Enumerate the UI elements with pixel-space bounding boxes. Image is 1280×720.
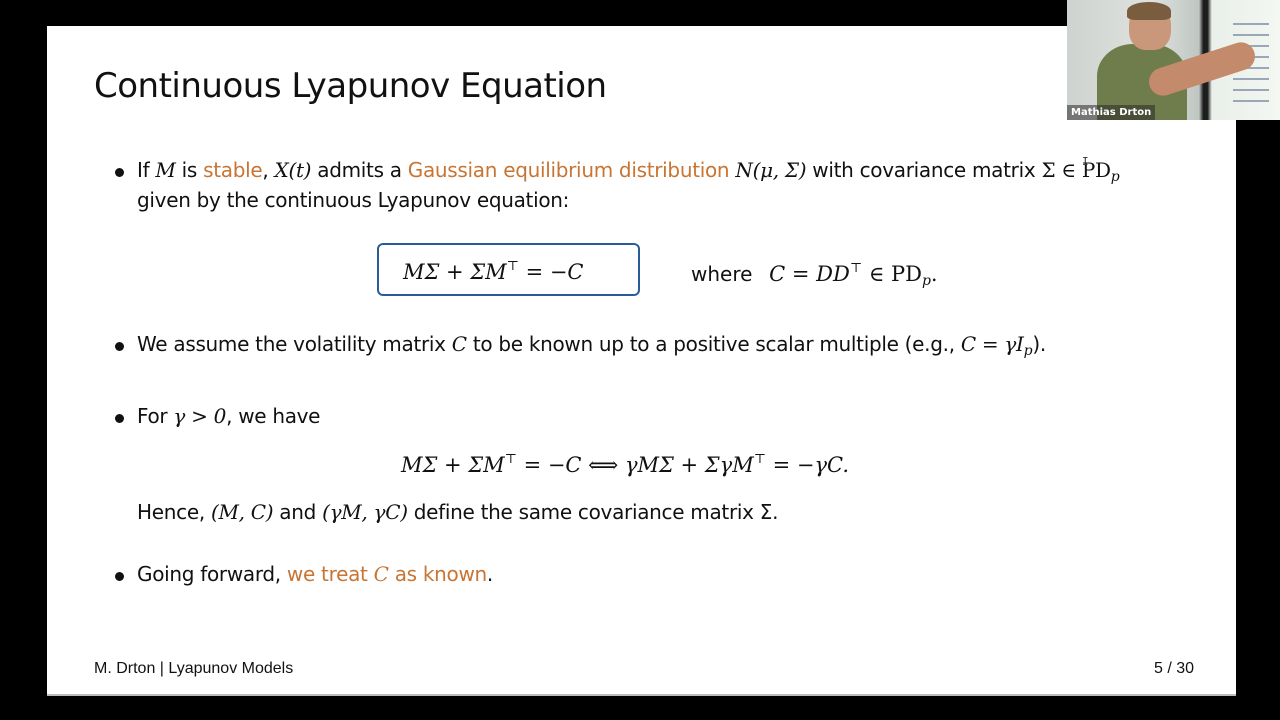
speaker-name-label: Mathias Drton xyxy=(1067,105,1156,120)
text: and xyxy=(273,500,323,524)
slide: Continuous Lyapunov Equation If M is sta… xyxy=(47,26,1236,696)
highlight-text: as known xyxy=(388,562,487,586)
eq-lhs: MΣ + ΣM xyxy=(401,453,505,477)
bullet-1-line-1: If M is stable, X(t) admits a Gaussian e… xyxy=(137,158,1120,185)
footer-author-title: M. Drton | Lyapunov Models xyxy=(94,660,294,677)
math-C-gamma-I: C = γI xyxy=(960,332,1024,356)
text: , we have xyxy=(226,404,321,428)
text: to be known up to a positive scalar mult… xyxy=(466,332,961,356)
bullet-2-line: We assume the volatility matrix C to be … xyxy=(137,332,1046,359)
transpose: ⊤ xyxy=(753,452,766,467)
hence-line: Hence, (M, C) and (γM, γC) define the sa… xyxy=(137,500,778,524)
text: define the same covariance matrix Σ. xyxy=(407,500,779,524)
math-sub-p: p xyxy=(1110,169,1120,185)
text: , xyxy=(262,158,275,182)
page-number: 5 / 30 xyxy=(1153,660,1194,677)
math-C: C xyxy=(451,332,467,356)
speaker-hair xyxy=(1127,2,1171,20)
math-sigma-in-pd: Σ ∈ PD xyxy=(1041,158,1111,182)
bullet-4-line: Going forward, we treat C as known. xyxy=(137,562,493,586)
text: . xyxy=(486,562,493,586)
highlight-math-C: C xyxy=(373,562,389,586)
highlight-gaussian: Gaussian equilibrium distribution xyxy=(407,158,730,182)
period: . xyxy=(930,262,938,286)
where-clause: where C = DD⊤ ∈ PDp. xyxy=(691,261,938,289)
where-rest: ∈ PD xyxy=(862,262,922,286)
bullet-4 xyxy=(115,572,124,581)
text: We assume the volatility matrix xyxy=(137,332,452,356)
math-sub-p: p xyxy=(921,273,931,289)
math-Xt: X(t) xyxy=(274,158,312,182)
text: For xyxy=(137,404,174,428)
transpose: ⊤ xyxy=(849,261,863,276)
transpose: ⊤ xyxy=(504,452,517,467)
highlight-text: we treat xyxy=(286,562,374,586)
bullet-3-line: For γ > 0, we have xyxy=(137,404,320,428)
text: is xyxy=(175,158,204,182)
text: Going forward, xyxy=(137,562,287,586)
eq-lhs: MΣ + ΣM xyxy=(403,260,507,284)
highlight-stable: stable xyxy=(203,158,263,182)
math-pair-1: (M, C) xyxy=(210,500,274,524)
math-distribution: N(μ, Σ) xyxy=(735,158,807,182)
speaker-video[interactable]: Mathias Drton xyxy=(1067,0,1280,120)
equivalence-equation: MΣ + ΣM⊤ = −C ⟺ γMΣ + ΣγM⊤ = −γC. xyxy=(401,452,849,477)
transpose: ⊤ xyxy=(506,259,519,274)
text: If xyxy=(137,158,156,182)
where-word: where xyxy=(691,262,753,286)
bullet-1-line-2: given by the continuous Lyapunov equatio… xyxy=(137,188,570,212)
text: with covariance matrix xyxy=(806,158,1042,182)
lyapunov-equation: MΣ + ΣM⊤ = −C xyxy=(403,259,584,284)
bullet-2 xyxy=(115,342,124,351)
text: ). xyxy=(1032,332,1046,356)
slide-title: Continuous Lyapunov Equation xyxy=(94,66,607,106)
text: admits a xyxy=(311,158,408,182)
math-pair-2: (γM, γC) xyxy=(322,500,408,524)
math-M: M xyxy=(155,158,176,182)
text: Hence, xyxy=(137,500,211,524)
bullet-1 xyxy=(115,168,124,177)
bullet-3 xyxy=(115,414,124,423)
where-eq: C = DD xyxy=(769,262,850,286)
math-gamma-positive: γ > 0 xyxy=(173,404,227,428)
eq-rhs: = −C xyxy=(518,260,584,284)
eq-mid: = −C ⟺ γMΣ + ΣγM xyxy=(516,453,754,477)
eq-rhs: = −γC. xyxy=(765,453,850,477)
text-cursor-icon: I xyxy=(1082,155,1089,168)
